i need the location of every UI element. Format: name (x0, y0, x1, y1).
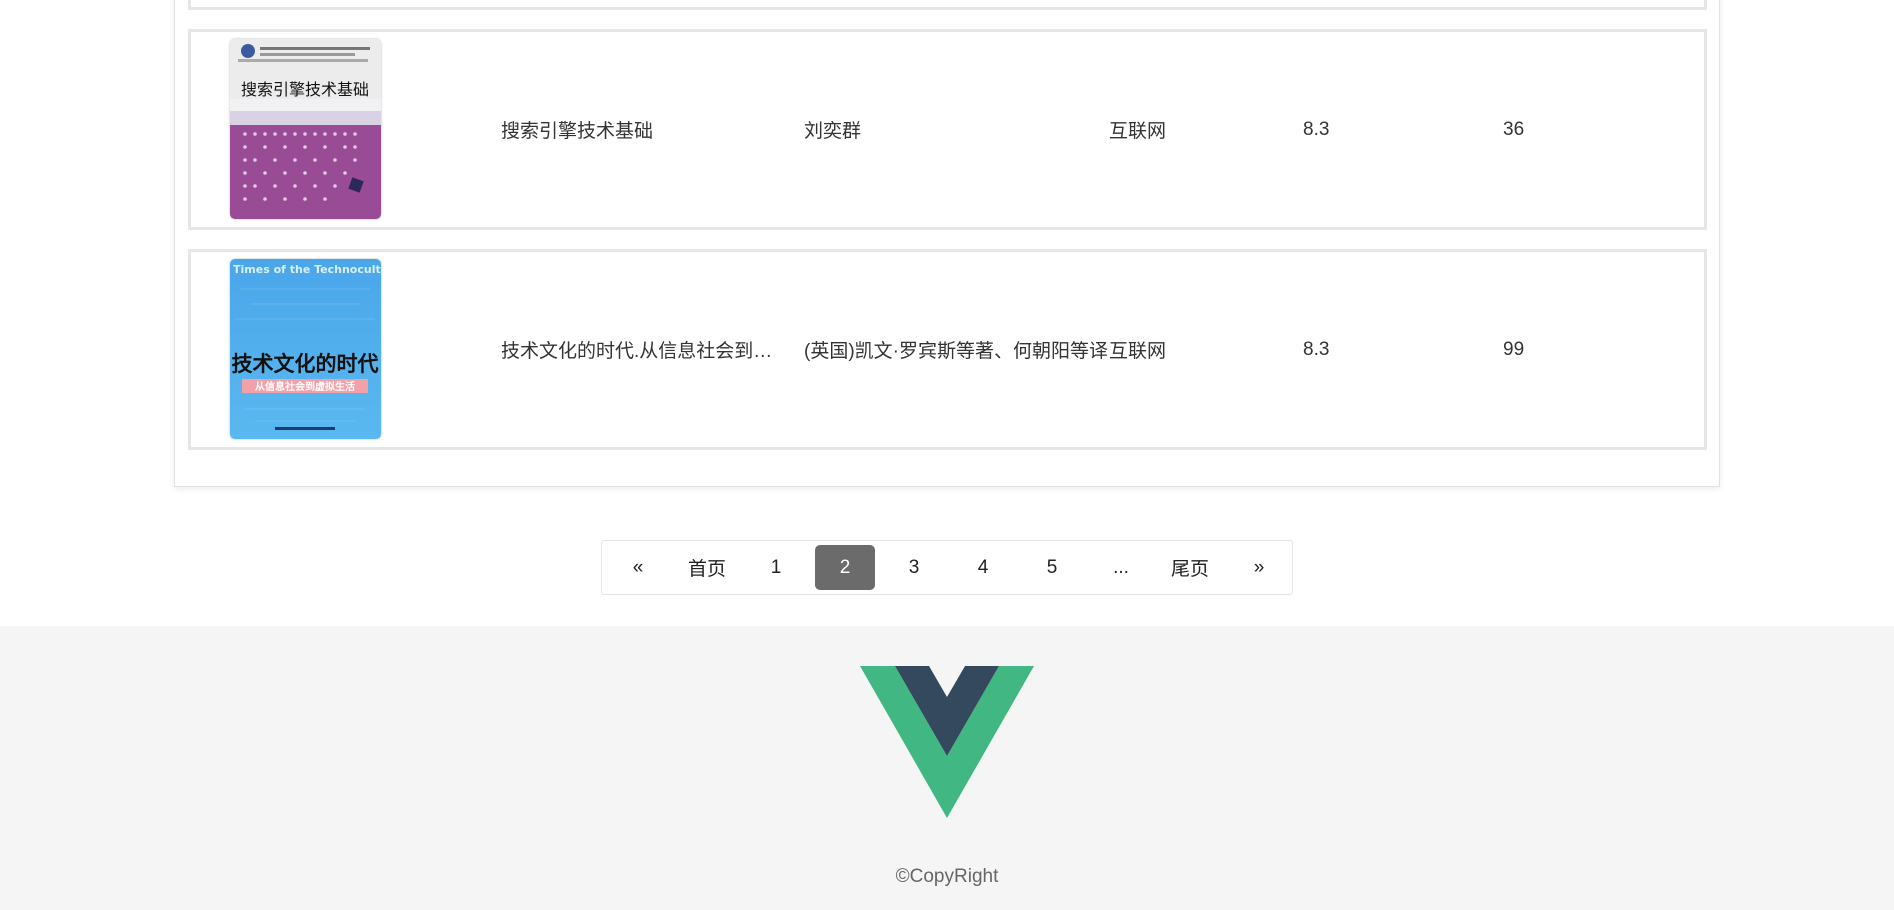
page-button-4[interactable]: 4 (953, 545, 1013, 590)
prev-page-button[interactable]: « (608, 545, 668, 590)
last-page-button[interactable]: 尾页 (1160, 545, 1220, 590)
next-page-button[interactable]: » (1229, 545, 1289, 590)
page-button-1[interactable]: 1 (746, 545, 806, 590)
cover-title-text: 搜索引擎技术基础 (241, 80, 369, 99)
pagination: « 首页 1 2 3 4 5 ... 尾页 » (601, 540, 1293, 595)
first-page-button[interactable]: 首页 (677, 545, 737, 590)
page-button-5[interactable]: 5 (1022, 545, 1082, 590)
copyright-text: ©CopyRight (895, 866, 999, 887)
page-button-3[interactable]: 3 (884, 545, 944, 590)
footer: ©CopyRight (0, 626, 1894, 910)
book-category: 互联网 (1109, 121, 1167, 142)
book-cover[interactable]: Times of the Technoculture 技术文化的时代 从信息社会… (230, 259, 381, 439)
book-title-cell[interactable]: 搜索引擎技术基础 (501, 32, 791, 227)
pagination-ellipsis: ... (1113, 556, 1129, 578)
cover-subtitle-text: Times of the Technoculture (233, 263, 381, 276)
book-count: 99 (1503, 338, 1525, 360)
book-author: 刘奕群 (804, 121, 862, 142)
book-cover[interactable]: 搜索引擎技术基础 (230, 39, 381, 219)
vue-logo-icon (860, 666, 1034, 818)
book-cover-technoculture: Times of the Technoculture 技术文化的时代 从信息社会… (230, 259, 381, 439)
book-row-previous (188, 0, 1707, 10)
page-button-2-active[interactable]: 2 (815, 545, 875, 590)
book-author: (英国)凯文·罗宾斯等著、何朝阳等译 (804, 341, 1108, 362)
book-title[interactable]: 搜索引擎技术基础 (501, 116, 653, 143)
book-cover-search-engine: 搜索引擎技术基础 (230, 39, 381, 219)
book-score: 8.3 (1303, 118, 1330, 140)
book-row[interactable]: Times of the Technoculture 技术文化的时代 从信息社会… (188, 249, 1707, 450)
book-title-cell[interactable]: 技术文化的时代.从信息社会到虚拟... (501, 252, 791, 447)
book-row[interactable]: 搜索引擎技术基础 搜索引擎技术基础 刘奕群 互联网 8.3 36 (188, 29, 1707, 230)
book-score: 8.3 (1303, 338, 1330, 360)
cover-banner-text: 从信息社会到虚拟生活 (255, 380, 355, 393)
book-count: 36 (1503, 118, 1525, 140)
cover-title-text: 技术文化的时代 (232, 352, 379, 376)
book-category: 互联网 (1109, 341, 1167, 362)
book-title[interactable]: 技术文化的时代.从信息社会到虚拟... (501, 336, 791, 363)
